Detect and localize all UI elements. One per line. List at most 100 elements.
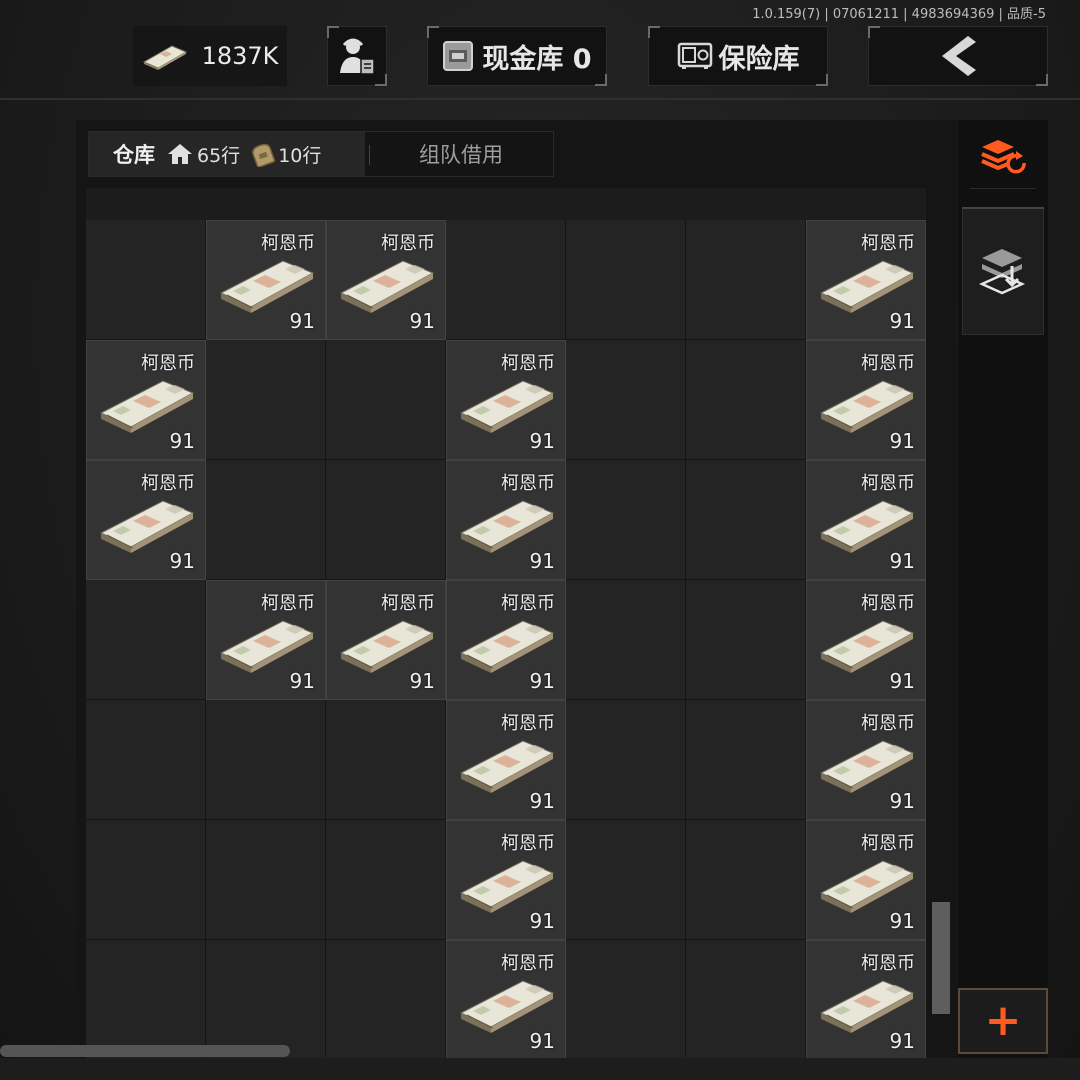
layers-download-icon <box>978 249 1026 295</box>
inventory-slot-item[interactable]: 柯恩币 91 <box>446 940 566 1058</box>
item-name: 柯恩币 <box>501 593 555 614</box>
inventory-slot-empty[interactable] <box>566 460 686 580</box>
money-display[interactable]: 1837K <box>133 26 287 86</box>
cash-bundle-icon <box>819 980 915 1033</box>
inventory-slot-empty[interactable] <box>86 220 206 340</box>
inventory-slot-empty[interactable] <box>206 940 326 1058</box>
inventory-slot-empty[interactable] <box>326 460 446 580</box>
inventory-slot-empty[interactable] <box>686 580 806 700</box>
inventory-slot-item[interactable]: 柯恩币 91 <box>446 580 566 700</box>
item-name: 柯恩币 <box>861 233 915 254</box>
inventory-slot-item[interactable]: 柯恩币 91 <box>206 220 326 340</box>
item-name: 柯恩币 <box>501 473 555 494</box>
sort-stack-icon <box>981 140 1026 174</box>
inventory-slot-empty[interactable] <box>686 820 806 940</box>
inventory-slot-item[interactable]: 柯恩币 91 <box>806 340 926 460</box>
vertical-scrollbar[interactable] <box>932 902 950 1014</box>
item-count: 91 <box>529 789 555 813</box>
tab-warehouse[interactable]: 仓库 65行 10行 <box>89 132 365 176</box>
inventory-slot-empty[interactable] <box>206 820 326 940</box>
inventory-slot-empty[interactable] <box>326 940 446 1058</box>
tab-warehouse-label: 仓库 <box>113 143 155 167</box>
inventory-slot-empty[interactable] <box>86 940 206 1058</box>
cash-box-icon <box>443 41 474 71</box>
version-info: 1.0.159(7) | 07061211 | 4983694369 | 品质-… <box>752 7 1046 22</box>
inventory-slot-empty[interactable] <box>566 700 686 820</box>
inventory-slot-empty[interactable] <box>206 460 326 580</box>
inventory-slot-item[interactable]: 柯恩币 91 <box>446 820 566 940</box>
cash-stack-icon <box>142 45 187 70</box>
inventory-slot-empty[interactable] <box>566 220 686 340</box>
bottom-strip <box>0 1058 1080 1080</box>
home-icon <box>168 144 192 164</box>
inventory-slot-item[interactable]: 柯恩币 91 <box>446 340 566 460</box>
inventory-slot-item[interactable]: 柯恩币 91 <box>86 340 206 460</box>
inventory-slot-item[interactable]: 柯恩币 91 <box>326 580 446 700</box>
inventory-slot-empty[interactable] <box>566 580 686 700</box>
plus-icon: + <box>984 995 1022 1046</box>
inventory-slot-empty[interactable] <box>686 700 806 820</box>
item-count: 91 <box>529 429 555 453</box>
inventory-slot-item[interactable]: 柯恩币 91 <box>806 940 926 1058</box>
chevron-left-icon <box>942 36 976 76</box>
inventory-slot-empty[interactable] <box>326 820 446 940</box>
inventory-slot-empty[interactable] <box>566 340 686 460</box>
inventory-slot-empty[interactable] <box>566 940 686 1058</box>
item-count: 91 <box>889 309 915 333</box>
item-count: 91 <box>889 549 915 573</box>
horizontal-scrollbar[interactable] <box>0 1045 290 1057</box>
inventory-slot-empty[interactable] <box>206 340 326 460</box>
inventory-slot-item[interactable]: 柯恩币 91 <box>806 580 926 700</box>
item-count: 91 <box>889 669 915 693</box>
trader-button[interactable] <box>327 26 387 86</box>
inventory-slot-empty[interactable] <box>86 700 206 820</box>
inventory-slot-empty[interactable] <box>686 460 806 580</box>
trader-icon <box>340 38 375 75</box>
item-name: 柯恩币 <box>381 233 435 254</box>
item-name: 柯恩币 <box>501 953 555 974</box>
inventory-slot-empty[interactable] <box>686 220 806 340</box>
cash-vault-button[interactable]: 现金库 0 <box>427 26 607 86</box>
inventory-slot-item[interactable]: 柯恩币 91 <box>806 700 926 820</box>
cash-bundle-icon <box>219 620 315 673</box>
inventory-slot-empty[interactable] <box>206 700 326 820</box>
tab-team-borrow[interactable]: 组队借用 <box>367 132 555 176</box>
inventory-slot-item[interactable]: 柯恩币 91 <box>206 580 326 700</box>
item-count: 91 <box>889 1029 915 1053</box>
item-name: 柯恩币 <box>861 713 915 734</box>
inventory-slot-item[interactable]: 柯恩币 91 <box>806 220 926 340</box>
back-button[interactable] <box>868 26 1048 86</box>
inventory-slot-empty[interactable] <box>86 580 206 700</box>
item-name: 柯恩币 <box>501 353 555 374</box>
grid-header-row <box>86 188 926 220</box>
cash-bundle-icon <box>99 380 195 433</box>
safe-button[interactable]: 保险库 <box>648 26 828 86</box>
item-name: 柯恩币 <box>861 593 915 614</box>
item-count: 91 <box>169 429 195 453</box>
inventory-slot-item[interactable]: 柯恩币 91 <box>326 220 446 340</box>
inventory-slot-empty[interactable] <box>686 340 806 460</box>
cash-bundle-icon <box>819 500 915 553</box>
item-name: 柯恩币 <box>501 713 555 734</box>
inventory-slot-empty[interactable] <box>446 220 566 340</box>
home-rows: 65行 <box>197 144 241 167</box>
inventory-slot-empty[interactable] <box>326 700 446 820</box>
inventory-slot-item[interactable]: 柯恩币 91 <box>446 460 566 580</box>
item-count: 91 <box>289 669 315 693</box>
inventory-slot-item[interactable]: 柯恩币 91 <box>86 460 206 580</box>
inventory-slot-item[interactable]: 柯恩币 91 <box>446 700 566 820</box>
cash-bundle-icon <box>819 860 915 913</box>
inventory-slot-item[interactable]: 柯恩币 91 <box>806 820 926 940</box>
inventory-slot-item[interactable]: 柯恩币 91 <box>806 460 926 580</box>
cash-bundle-icon <box>339 620 435 673</box>
inventory-slot-empty[interactable] <box>86 820 206 940</box>
sort-button[interactable] <box>972 128 1034 186</box>
cash-bundle-icon <box>819 380 915 433</box>
inventory-slot-empty[interactable] <box>686 940 806 1058</box>
inventory-slot-empty[interactable] <box>326 340 446 460</box>
inventory-slot-empty[interactable] <box>566 820 686 940</box>
add-button[interactable]: + <box>958 988 1048 1054</box>
store-all-button[interactable] <box>962 207 1044 335</box>
item-count: 91 <box>889 789 915 813</box>
item-count: 91 <box>169 549 195 573</box>
